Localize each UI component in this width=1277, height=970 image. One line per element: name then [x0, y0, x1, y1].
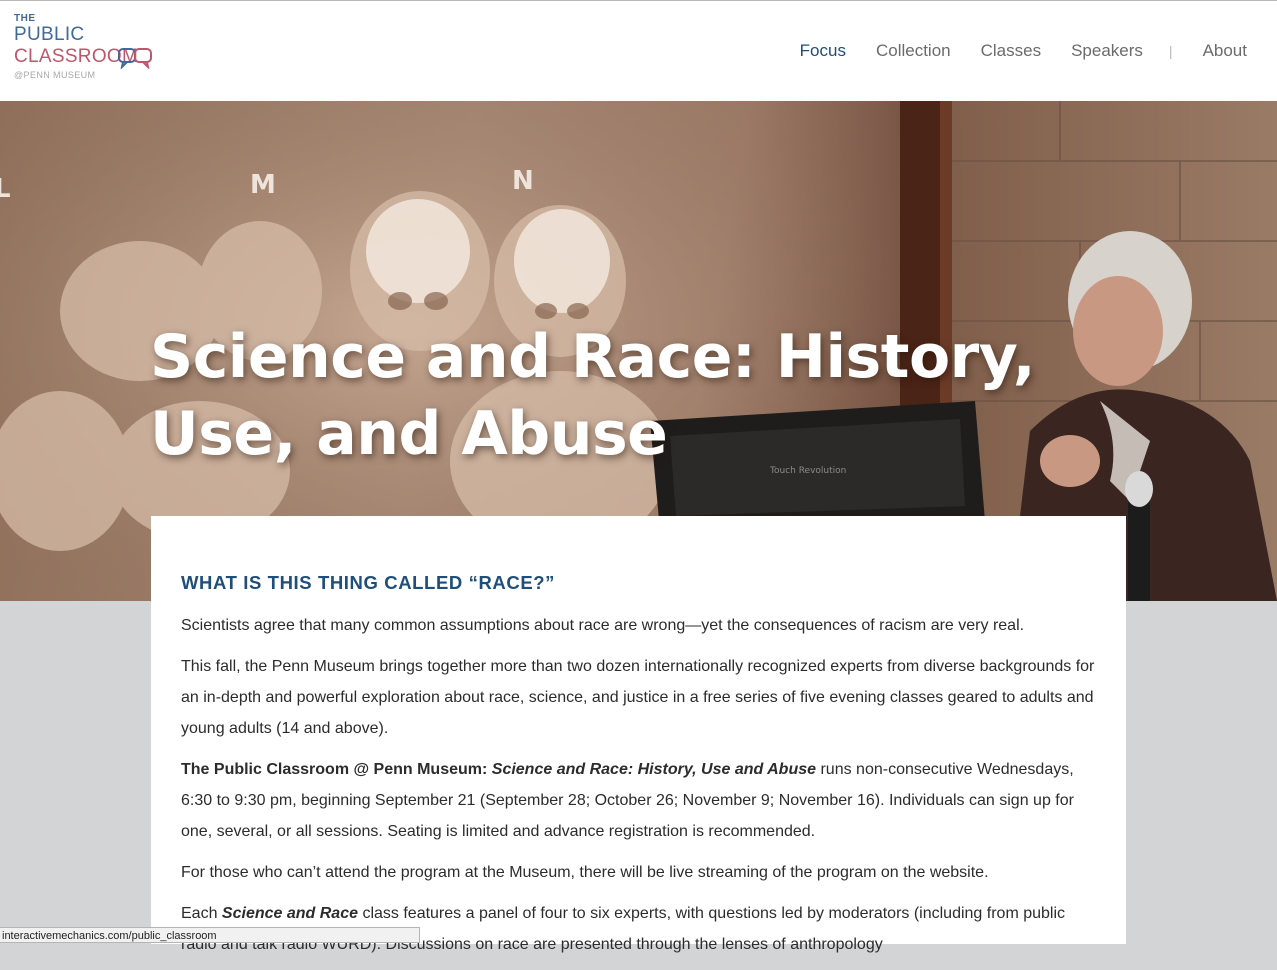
paragraph-streaming: For those who can’t attend the program a…	[181, 864, 989, 881]
speech-bubbles-icon	[118, 48, 152, 69]
slide-letter-m: M	[250, 170, 276, 200]
site-header: THE PUBLIC CLASSROOM @PENN MUSEUM Focus …	[0, 1, 1277, 101]
slide-letter-n: N	[512, 166, 534, 196]
logo-line-public: PUBLIC	[14, 24, 85, 45]
article-body: Scientists agree that many common assump…	[181, 610, 1101, 970]
series-title: Science and Race: History, Use and Abuse	[491, 761, 817, 778]
nav-item-focus[interactable]: Focus	[800, 39, 846, 63]
series-short-title: Science and Race	[221, 905, 358, 922]
main-nav: Focus Collection Classes Speakers | Abou…	[770, 39, 1247, 63]
slide-letter-l: L	[0, 174, 11, 204]
paragraph-series: This fall, the Penn Museum brings togeth…	[181, 658, 1095, 737]
content-card: WHAT IS THIS THING CALLED “RACE?” Scient…	[151, 516, 1126, 953]
panels-lead: Each	[181, 905, 222, 922]
browser-status-bar: interactivemechanics.com/public_classroo…	[0, 927, 420, 943]
program-name: The Public Classroom @ Penn Museum:	[181, 761, 492, 778]
section-heading: WHAT IS THIS THING CALLED “RACE?”	[181, 572, 556, 593]
page-title: Science and Race: History, Use, and Abus…	[150, 322, 1036, 470]
nav-item-classes[interactable]: Classes	[981, 39, 1041, 63]
logo-line-the: THE	[14, 13, 36, 24]
paragraph-intro: Scientists agree that many common assump…	[181, 617, 1025, 634]
paragraph-schedule: The Public Classroom @ Penn Museum: Scie…	[181, 754, 1101, 847]
site-logo[interactable]: THE PUBLIC CLASSROOM @PENN MUSEUM	[14, 13, 164, 85]
logo-line-penn-museum: @PENN MUSEUM	[14, 70, 96, 80]
nav-item-speakers[interactable]: Speakers	[1071, 39, 1143, 63]
nav-item-collection[interactable]: Collection	[876, 39, 951, 63]
nav-item-about[interactable]: About	[1203, 39, 1247, 63]
nav-separator: |	[1168, 43, 1173, 59]
